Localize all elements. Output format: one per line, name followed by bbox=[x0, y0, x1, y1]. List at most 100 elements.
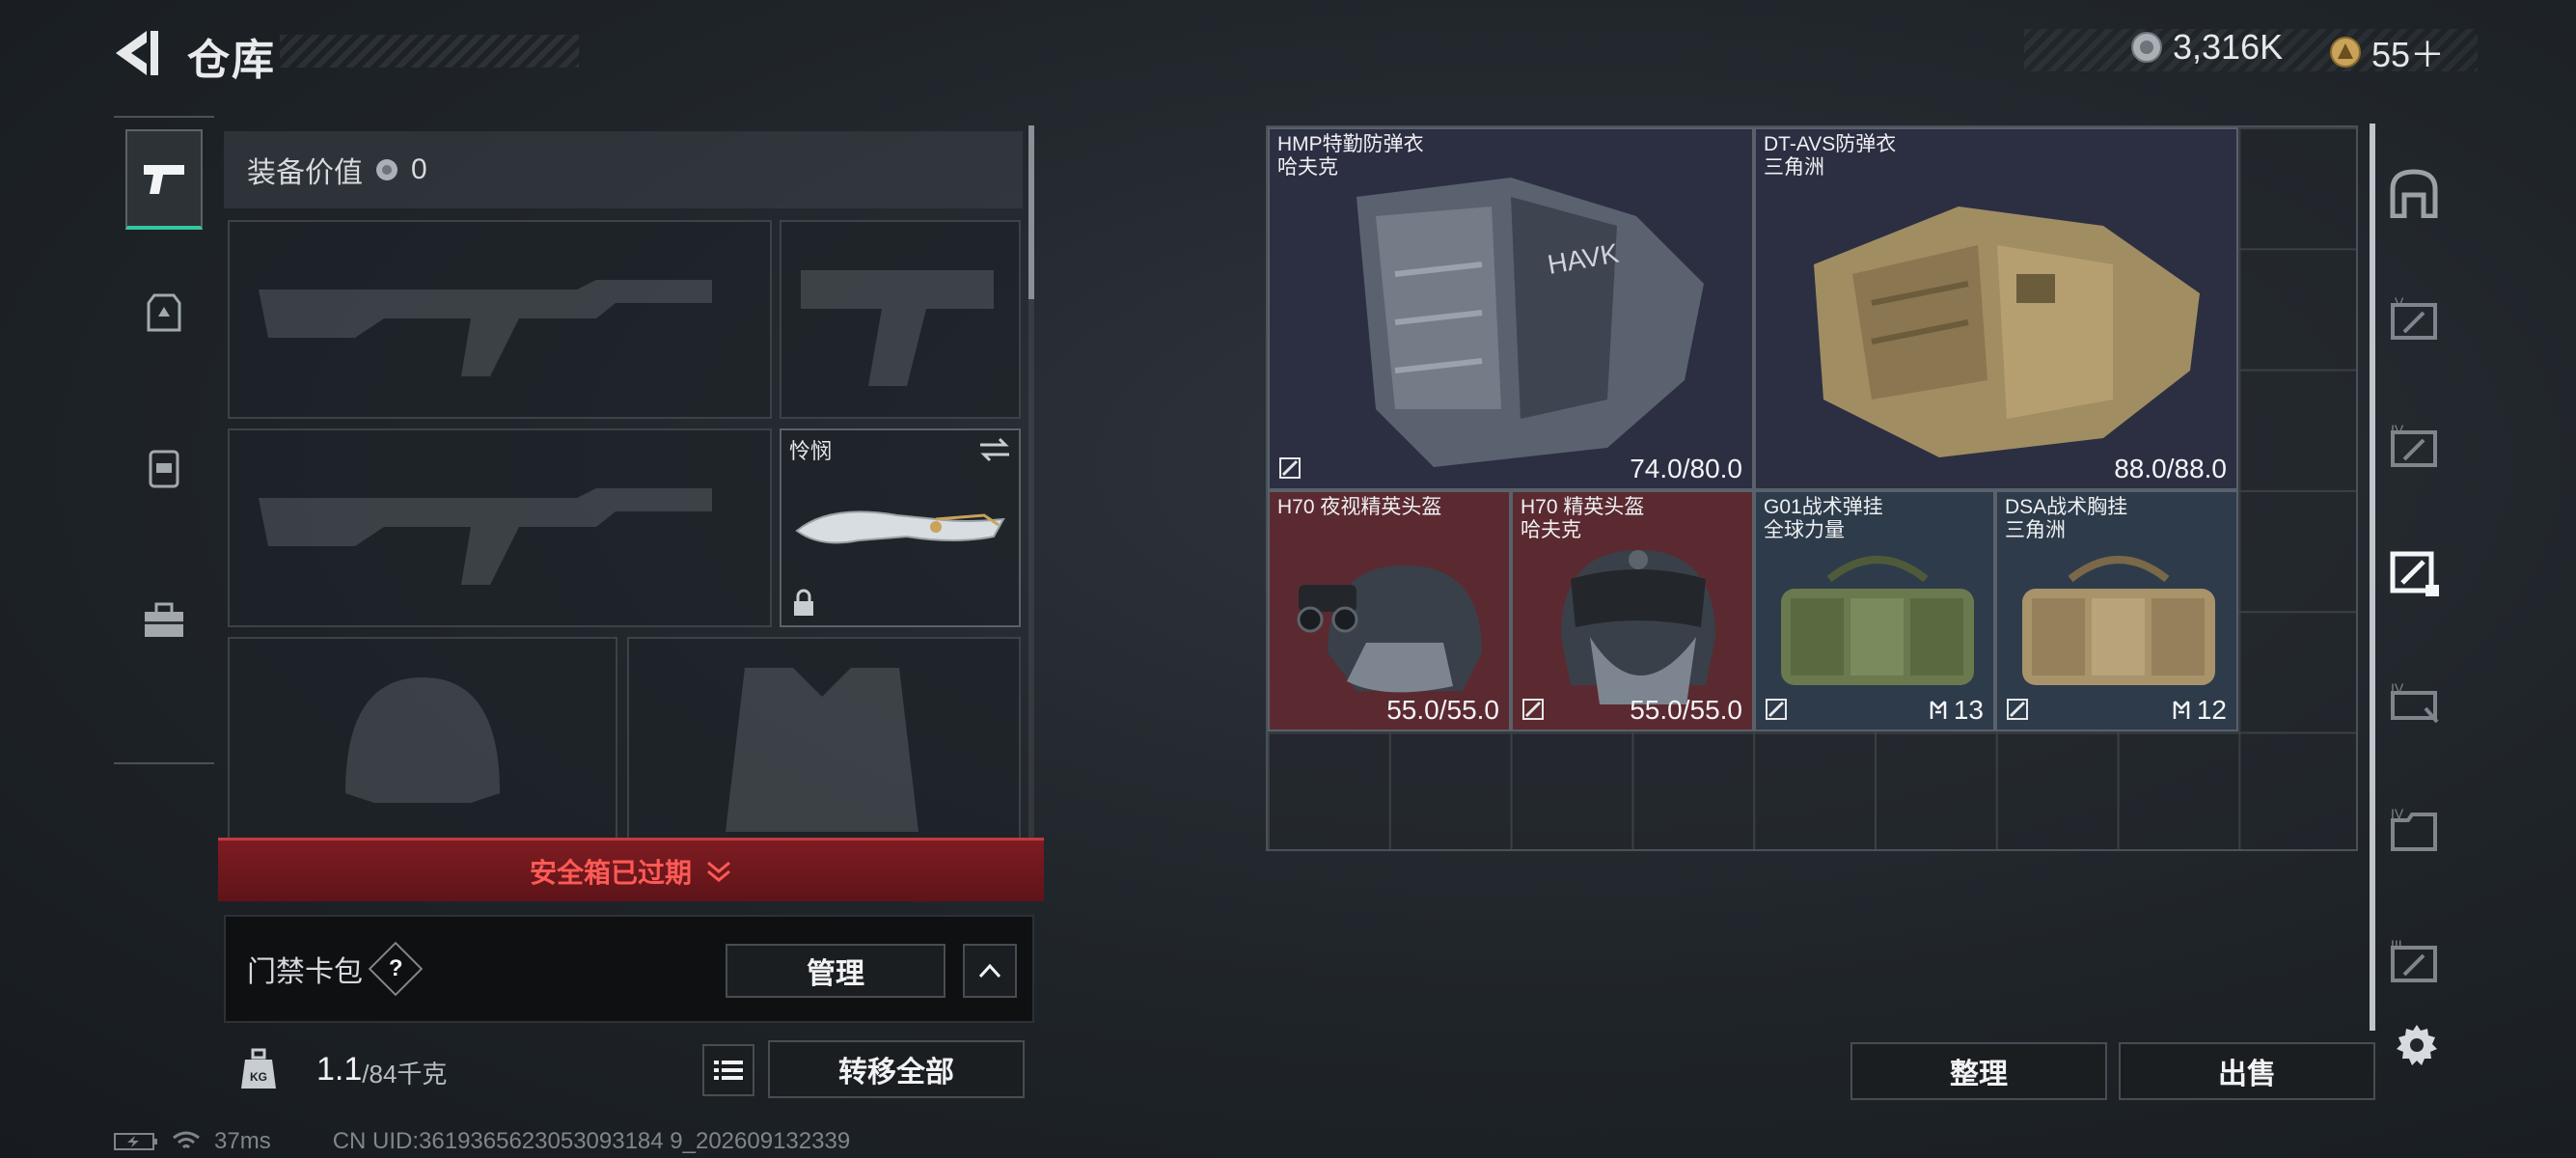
item-name: DT-AVS防弹衣 三角洲 bbox=[1764, 133, 1897, 179]
gold-amount: 55＋ bbox=[2371, 35, 2446, 74]
equipment-value: 0 bbox=[411, 153, 427, 185]
tab-storage-iii[interactable]: III bbox=[2385, 932, 2443, 990]
gold-currency[interactable]: 55＋ bbox=[2329, 27, 2445, 77]
secondary-weapon-slot[interactable] bbox=[228, 428, 772, 627]
warehouse-scroll-thumb[interactable] bbox=[2370, 124, 2375, 1031]
warehouse-grid[interactable]: HAVK HMP特勤防弹衣 哈夫克 74.0/80.0 DT-AVS防弹衣 三角… bbox=[1266, 125, 2358, 851]
dt-avs-vest-image bbox=[1814, 207, 2200, 457]
sell-button[interactable]: 出售 bbox=[2119, 1042, 2375, 1100]
toolbox-icon bbox=[145, 602, 183, 637]
melee-slot[interactable]: 怜悯 bbox=[780, 428, 1021, 627]
list-view-button[interactable] bbox=[702, 1044, 754, 1096]
item-g01-chest-rig[interactable]: G01战术弹挂 全球力量 13 bbox=[1754, 490, 1995, 731]
tab-case[interactable] bbox=[125, 569, 203, 670]
safe-box-expired-text: 安全箱已过期 bbox=[529, 857, 692, 888]
manage-button[interactable]: 管理 bbox=[726, 944, 945, 998]
tab-storage-active[interactable] bbox=[2385, 542, 2443, 600]
tab-storage-iv-a[interactable]: IV bbox=[2385, 417, 2443, 475]
repair-icon bbox=[1766, 699, 1787, 720]
settings-button[interactable] bbox=[2393, 1021, 2441, 1069]
durability-value: 74.0/80.0 bbox=[1630, 454, 1742, 483]
svg-text:IV: IV bbox=[2391, 680, 2404, 696]
back-button[interactable] bbox=[108, 27, 168, 79]
vest-silhouette-icon bbox=[726, 668, 918, 832]
tidy-button[interactable]: 整理 bbox=[1850, 1042, 2107, 1100]
back-arrow-icon bbox=[116, 31, 158, 75]
item-name: DSA战术胸挂 三角洲 bbox=[2005, 496, 2128, 541]
tab-backpack[interactable] bbox=[125, 417, 203, 517]
item-dsa-chest-rig[interactable]: DSA战术胸挂 三角洲 12 bbox=[1995, 490, 2238, 731]
capacity-icon bbox=[2173, 701, 2190, 719]
silver-currency[interactable]: 3,316K bbox=[2130, 27, 2283, 68]
rifle-silhouette-icon bbox=[259, 280, 712, 376]
durability-value: 88.0/88.0 bbox=[2114, 454, 2227, 483]
title-decoration bbox=[280, 35, 579, 68]
help-icon: ? bbox=[388, 954, 403, 981]
storage-active-icon bbox=[2390, 551, 2439, 596]
durability-value: 55.0/55.0 bbox=[1386, 695, 1499, 725]
gold-coin-icon bbox=[2330, 37, 2361, 68]
loadout-scroll-thumb[interactable] bbox=[1028, 125, 1034, 299]
item-name: H70 夜视精英头盔 bbox=[1277, 496, 1442, 518]
kg-weight-icon: KG bbox=[241, 1048, 276, 1089]
pistol-slot[interactable] bbox=[780, 220, 1021, 419]
pistol-silhouette-icon bbox=[801, 270, 994, 386]
equipment-value-row: 装备价值 0 bbox=[224, 131, 1023, 208]
pistol-icon bbox=[144, 165, 184, 194]
capacity-icon bbox=[1930, 701, 1947, 719]
capacity-value: 13 bbox=[1929, 695, 1984, 726]
green-rig-image bbox=[1781, 556, 1974, 685]
repair-icon bbox=[1522, 699, 1544, 720]
item-h70-helmet[interactable]: H70 精英头盔 哈夫克 55.0/55.0 bbox=[1511, 490, 1754, 731]
armor-slot[interactable] bbox=[627, 637, 1021, 859]
backpack-icon bbox=[149, 450, 179, 488]
item-h70-nv-helmet[interactable]: H70 夜视精英头盔 55.0/55.0 bbox=[1268, 490, 1511, 731]
svg-text:III: III bbox=[2391, 937, 2402, 952]
item-hmp-armor[interactable]: HAVK HMP特勤防弹衣 哈夫克 74.0/80.0 bbox=[1268, 127, 1754, 490]
status-bar: 37ms CN UID:3619365623053093184 9_202609… bbox=[114, 1127, 850, 1156]
transfer-all-button[interactable]: 转移全部 bbox=[768, 1040, 1025, 1098]
keycard-label: 门禁卡包 bbox=[247, 956, 363, 988]
keycard-help-button[interactable]: ? bbox=[368, 941, 424, 997]
gear-icon bbox=[2397, 1025, 2437, 1065]
keycard-wallet-row: 门禁卡包 ? 管理 bbox=[224, 915, 1034, 1023]
svg-text:IV: IV bbox=[2391, 806, 2404, 821]
tab-storage-v[interactable]: V bbox=[2385, 290, 2443, 347]
storage-iv-icon: IV bbox=[2391, 422, 2437, 467]
repair-icon bbox=[1279, 457, 1301, 479]
list-icon bbox=[714, 1061, 743, 1080]
manage-button-label: 管理 bbox=[807, 958, 864, 990]
tab-all-storage[interactable] bbox=[2385, 164, 2443, 222]
armor-icon bbox=[147, 293, 181, 332]
item-name: H70 精英头盔 哈夫克 bbox=[1521, 496, 1645, 541]
silver-coin-icon bbox=[376, 159, 397, 180]
tab-storage-iv-b[interactable]: IV bbox=[2385, 676, 2443, 733]
swap-icon[interactable] bbox=[978, 436, 1011, 463]
primary-weapon-slot[interactable] bbox=[228, 220, 772, 419]
storage-iv-icon: IV bbox=[2391, 680, 2439, 724]
hmp-vest-image: HAVK bbox=[1357, 178, 1704, 467]
rifle-silhouette-icon bbox=[259, 488, 712, 585]
wifi-icon bbox=[173, 1131, 200, 1149]
current-weight: 1.1 bbox=[316, 1050, 363, 1088]
helmet-image bbox=[1561, 550, 1715, 704]
transfer-all-label: 转移全部 bbox=[838, 1057, 954, 1089]
sell-button-label: 出售 bbox=[2218, 1059, 2276, 1090]
tab-helmet-armor[interactable] bbox=[125, 262, 203, 363]
ping-text: 37ms bbox=[214, 1128, 271, 1154]
weight-capacity: /84千克 bbox=[362, 1059, 448, 1089]
nv-helmet-image bbox=[1297, 565, 1482, 693]
tan-rig-image bbox=[2022, 556, 2215, 685]
melee-slot-name: 怜悯 bbox=[789, 439, 833, 463]
tab-weapons[interactable] bbox=[125, 129, 203, 230]
collapse-button[interactable] bbox=[963, 944, 1017, 998]
safe-box-expired-bar[interactable]: 安全箱已过期 bbox=[218, 838, 1044, 901]
svg-text:V: V bbox=[2395, 294, 2404, 310]
tab-storage-iv-c[interactable]: IV bbox=[2385, 801, 2443, 859]
item-dt-avs-armor[interactable]: DT-AVS防弹衣 三角洲 88.0/88.0 bbox=[1754, 127, 2238, 490]
karambit-knife-icon bbox=[795, 510, 1005, 544]
item-name: HMP特勤防弹衣 哈夫克 bbox=[1277, 133, 1424, 179]
helmet-slot[interactable] bbox=[228, 637, 617, 859]
double-chevron-down-icon bbox=[707, 861, 730, 882]
page-title: 仓库 bbox=[187, 37, 276, 84]
